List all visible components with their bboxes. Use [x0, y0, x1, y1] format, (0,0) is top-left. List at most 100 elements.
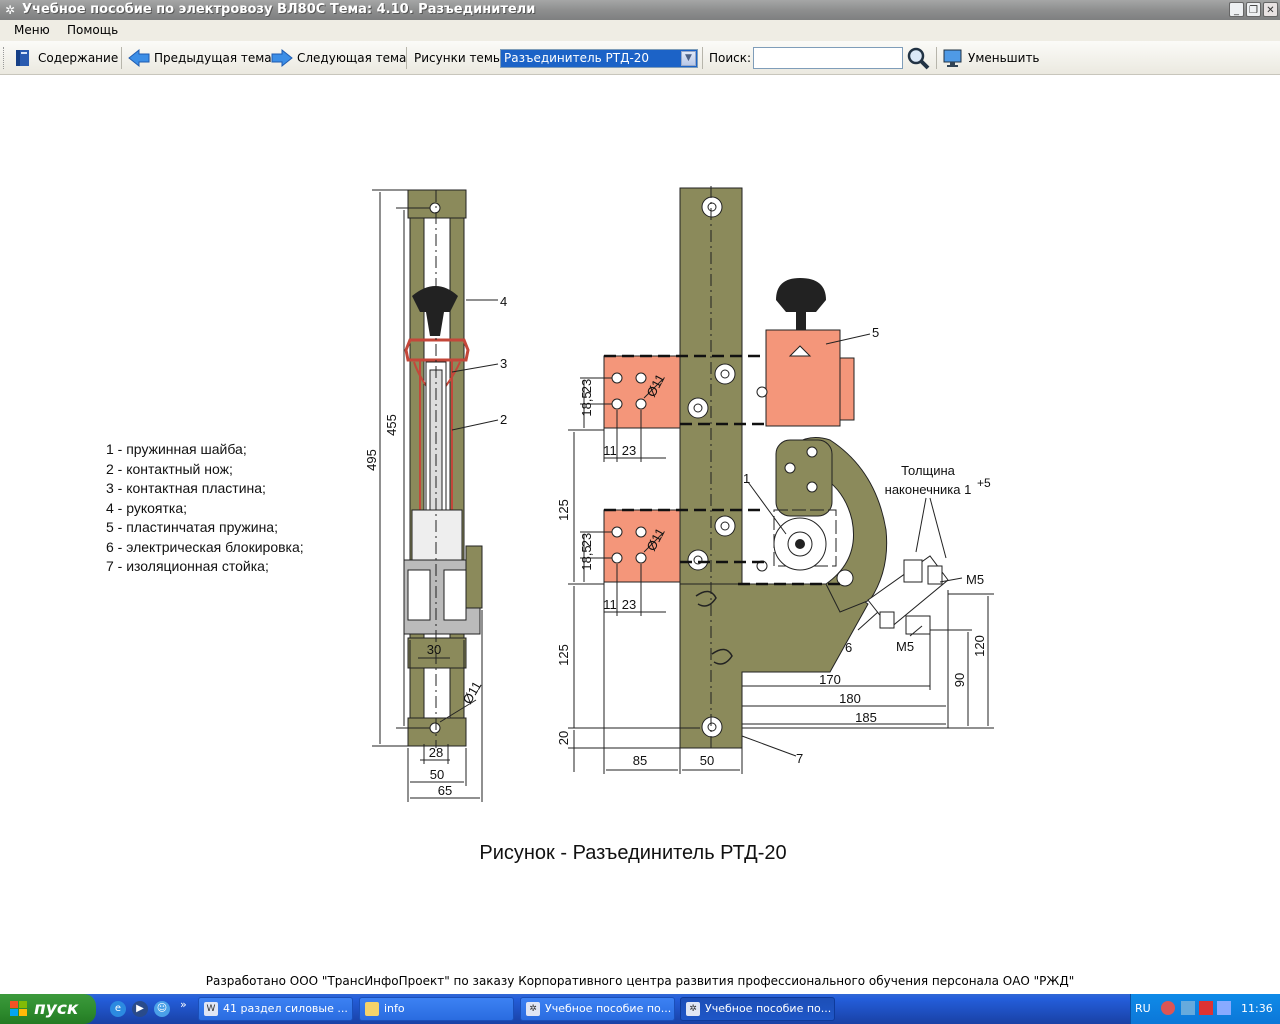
- shrink-label: Уменьшить: [968, 50, 1040, 65]
- network-icon[interactable]: [1181, 1001, 1195, 1015]
- language-indicator[interactable]: RU: [1135, 1002, 1151, 1015]
- legend-item: 5 - пластинчатая пружина;: [106, 519, 278, 535]
- menu-item-help[interactable]: Помощь: [67, 23, 118, 37]
- dim-23-vert-bottom: 23: [579, 533, 594, 547]
- window-title-bar[interactable]: ✲ Учебное пособие по электровозу ВЛ80С Т…: [0, 0, 1280, 20]
- book-icon: [16, 49, 29, 66]
- front-view: [603, 186, 949, 750]
- dim-30: 30: [427, 642, 441, 657]
- chevron-down-icon[interactable]: ▼: [681, 51, 696, 66]
- dim-180: 180: [839, 691, 861, 706]
- messenger-icon[interactable]: ☺: [154, 1001, 170, 1017]
- antivirus-icon[interactable]: [1199, 1001, 1213, 1015]
- windows-logo-icon: [10, 1001, 28, 1017]
- legend-item: 6 - электрическая блокировка;: [106, 538, 304, 555]
- taskbar-button-app2[interactable]: ✲ Учебное пособие по...: [680, 997, 835, 1021]
- callout-6: 6: [845, 640, 852, 655]
- taskbar-button-word[interactable]: W 41 раздел силовые ...: [198, 997, 353, 1021]
- gear-icon: ✲: [686, 1002, 700, 1016]
- dim-125-upper: 125: [556, 499, 571, 521]
- legend-item: 2 - контактный нож;: [106, 460, 233, 477]
- callout-3: 3: [500, 356, 507, 371]
- tray-app-icon[interactable]: [1161, 1001, 1175, 1015]
- folder-icon: [365, 1002, 379, 1016]
- dim-65: 65: [438, 783, 452, 798]
- callout-2: 2: [500, 412, 507, 427]
- dim-50-left: 50: [430, 767, 444, 782]
- gear-icon: ✲: [526, 1002, 540, 1016]
- dim-185: 185: [855, 710, 877, 725]
- ie-icon[interactable]: e: [110, 1001, 126, 1017]
- minimize-button[interactable]: _: [1229, 2, 1244, 17]
- figure-caption: Рисунок - Разъединитель РТД-20: [479, 842, 787, 864]
- dim-18-5-bottom: 18,5: [579, 545, 594, 570]
- thickness-tolerance: +5: [977, 476, 991, 490]
- taskbar: пуск e ▶ ☺ » W 41 раздел силовые ... info…: [0, 994, 1280, 1024]
- start-label: пуск: [34, 999, 79, 1019]
- callout-7: 7: [796, 751, 803, 766]
- word-doc-icon: W: [204, 1002, 218, 1016]
- dim-23-bottom: 23: [622, 597, 636, 612]
- side-view: [403, 189, 483, 748]
- arrow-left-icon: [128, 48, 150, 67]
- volume-icon[interactable]: [1217, 1001, 1231, 1015]
- figures-select-value: Разъединитель РТД-20: [504, 51, 650, 65]
- thickness-note-line1: Толщина: [901, 463, 956, 478]
- label-m5-lower: М5: [896, 639, 914, 654]
- callout-1: 1: [743, 471, 750, 486]
- next-topic-label: Следующая тема: [297, 50, 407, 65]
- toolbar-separator: [406, 47, 407, 69]
- callout-4: 4: [500, 294, 507, 309]
- toolbar-separator: [936, 47, 937, 69]
- taskbar-button-folder[interactable]: info: [359, 997, 514, 1021]
- search-button[interactable]: [906, 41, 930, 74]
- app-gear-icon: ✲: [4, 3, 16, 17]
- footer-text: Разработано ООО "ТрансИнфоПроект" по зак…: [205, 974, 1075, 988]
- dim-125-lower: 125: [556, 644, 571, 666]
- legend-item: 7 - изоляционная стойка;: [106, 558, 269, 574]
- search-input[interactable]: [753, 47, 903, 69]
- dim-120: 120: [972, 635, 987, 657]
- menu-bar: Меню Помощь: [0, 20, 1280, 41]
- figures-select[interactable]: Разъединитель РТД-20 ▼: [500, 49, 698, 68]
- dim-170: 170: [819, 672, 841, 687]
- quicklaunch-more-icon[interactable]: »: [180, 998, 187, 1011]
- contents-button[interactable]: Содержание: [13, 41, 118, 74]
- close-button[interactable]: ✕: [1263, 2, 1278, 17]
- taskbar-button-label: Учебное пособие по...: [705, 1002, 832, 1015]
- monitor-icon: [943, 49, 962, 67]
- shrink-button[interactable]: Уменьшить: [942, 41, 1040, 74]
- legend-item: 1 - пружинная шайба;: [106, 441, 247, 457]
- figure-legend: 1 - пружинная шайба; 2 - контактный нож;…: [106, 440, 304, 577]
- contents-label: Содержание: [38, 50, 119, 65]
- taskbar-button-label: 41 раздел силовые ...: [223, 1002, 348, 1015]
- system-tray: RU 11:36: [1130, 994, 1280, 1024]
- next-topic-button[interactable]: Следующая тема: [270, 41, 406, 74]
- thickness-note-line2: наконечника 1: [885, 482, 972, 497]
- magnifier-icon: [907, 47, 930, 69]
- start-button[interactable]: пуск: [0, 994, 96, 1024]
- menu-item-menu[interactable]: Меню: [14, 23, 50, 37]
- disconnector-drawing: 495 455 30 28 50 65 Ø11 4 3 2 18,5 23 11…: [364, 186, 994, 802]
- taskbar-button-label: info: [384, 1002, 405, 1015]
- label-m5-upper: М5: [966, 572, 984, 587]
- dim-20: 20: [556, 731, 571, 745]
- prev-topic-button[interactable]: Предыдущая тема: [127, 41, 272, 74]
- arrow-right-icon: [271, 48, 293, 67]
- dim-85: 85: [633, 753, 647, 768]
- dim-495: 495: [364, 449, 379, 471]
- taskbar-button-app1[interactable]: ✲ Учебное пособие по...: [520, 997, 675, 1021]
- dim-455: 455: [384, 414, 399, 436]
- dim-11-top: 11: [603, 443, 617, 458]
- media-player-icon[interactable]: ▶: [132, 1001, 148, 1017]
- dim-28: 28: [429, 745, 443, 760]
- toolbar-grip[interactable]: [3, 47, 7, 69]
- dim-90: 90: [952, 673, 967, 687]
- taskbar-button-label: Учебное пособие по...: [545, 1002, 672, 1015]
- dim-11-bottom: 11: [603, 597, 617, 612]
- clock: 11:36: [1241, 1002, 1273, 1015]
- restore-button[interactable]: ❐: [1246, 2, 1261, 17]
- callout-5: 5: [872, 325, 879, 340]
- dim-23-top: 23: [622, 443, 636, 458]
- footer-credits: Разработано ООО "ТрансИнфоПроект" по зак…: [0, 974, 1280, 992]
